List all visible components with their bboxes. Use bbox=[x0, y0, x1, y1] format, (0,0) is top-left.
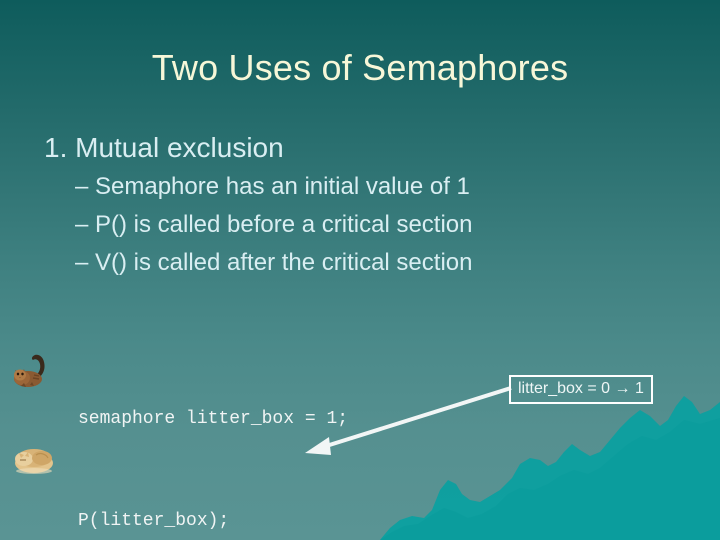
bullet-level2-text: Semaphore has an initial value of 1 bbox=[95, 173, 470, 200]
code-line: semaphore litter_box = 1; bbox=[78, 409, 349, 429]
bullet-level2-text: P() is called before a critical section bbox=[95, 211, 473, 238]
bullet-level2-item: – Semaphore has an initial value of 1 bbox=[40, 168, 680, 206]
cat-sitting-icon bbox=[14, 354, 45, 387]
slide-canvas: Two Uses of Semaphores 1. Mutual exclusi… bbox=[0, 0, 720, 540]
bullet-level2-item: – P() is called before a critical section bbox=[40, 206, 680, 244]
bullet-level1: 1. Mutual exclusion bbox=[44, 132, 284, 163]
bullet-level2-text: V() is called after the critical section bbox=[95, 249, 473, 276]
dash-marker-icon: – bbox=[75, 249, 89, 276]
cat-curled-sleeping-icon bbox=[15, 449, 53, 474]
dash-marker-icon: – bbox=[75, 173, 89, 200]
code-line: P(litter_box); bbox=[78, 511, 230, 531]
bullet-level2-item: – V() is called after the critical sectio… bbox=[40, 244, 680, 282]
page-title: Two Uses of Semaphores bbox=[151, 47, 569, 88]
dash-marker-icon: – bbox=[75, 211, 89, 238]
bullet-list: 1. Mutual exclusion – Semaphore has an in… bbox=[40, 128, 680, 282]
callout-box: litter_box = 0 → 1 bbox=[509, 375, 653, 404]
code-block: semaphore litter_box = 1; P(litter_box);… bbox=[78, 334, 348, 540]
